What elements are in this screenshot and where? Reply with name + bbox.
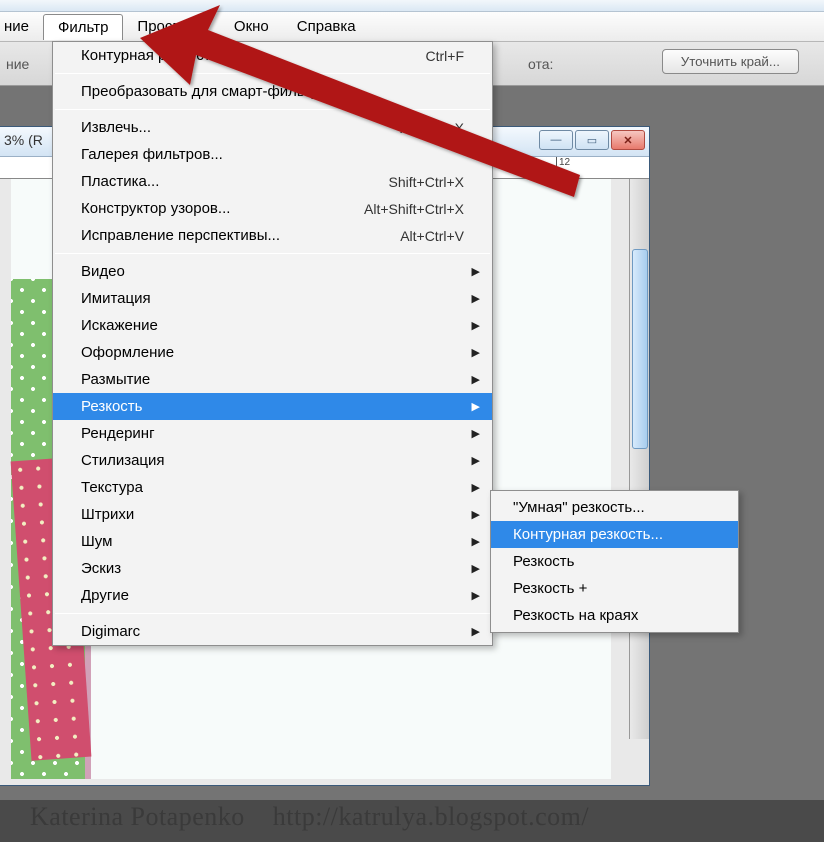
- menu-separator: [55, 253, 490, 254]
- maximize-icon: ▭: [587, 134, 597, 147]
- vertical-scrollbar[interactable]: [629, 179, 649, 739]
- menu-item-label: Оформление: [81, 344, 174, 361]
- menu-фильтр[interactable]: Фильтр: [43, 14, 123, 40]
- maximize-button[interactable]: ▭: [575, 130, 609, 150]
- filter-menu-item[interactable]: Оформление ▶: [53, 339, 492, 366]
- menu-item-label: Контурная резкость: [81, 47, 218, 64]
- minimize-icon: —: [551, 134, 562, 146]
- menu-item-label: Рендеринг: [81, 425, 155, 442]
- titlebar-fragment: [0, 0, 824, 12]
- menu-item-label: Имитация: [81, 290, 151, 307]
- menu-item-label: Галерея фильтров...: [81, 146, 223, 163]
- menu-item-label: Конструктор узоров...: [81, 200, 230, 217]
- menu-item-shortcut: Shift+Ctrl+X: [389, 174, 464, 190]
- menu-item-label: Шум: [81, 533, 112, 550]
- sharpen-submenu-item[interactable]: Резкость на краях: [491, 602, 738, 629]
- filter-menu-item[interactable]: Исправление перспективы... Alt+Ctrl+V: [53, 222, 492, 249]
- minimize-button[interactable]: —: [539, 130, 573, 150]
- filter-menu-dropdown: Контурная резкость Ctrl+F Преобразовать дл…: [52, 41, 493, 646]
- sharpen-submenu-item[interactable]: Резкость: [491, 548, 738, 575]
- menu-item-label: Исправление перспективы...: [81, 227, 280, 244]
- filter-menu-item[interactable]: Пластика... Shift+Ctrl+X: [53, 168, 492, 195]
- sharpen-submenu-item[interactable]: Контурная резкость...: [491, 521, 738, 548]
- menu-item-label: Эскиз: [81, 560, 121, 577]
- menu-ние[interactable]: ние: [0, 14, 43, 39]
- watermark-author: Katerina Potapenko: [30, 802, 245, 831]
- menu-item-label: Искажение: [81, 317, 158, 334]
- menu-item-label: Извлечь...: [81, 119, 151, 136]
- menu-item-label: Преобразовать для смарт-фильтров: [81, 83, 335, 100]
- filter-menu-item[interactable]: Резкость ▶: [53, 393, 492, 420]
- submenu-arrow-icon: ▶: [472, 265, 480, 278]
- sharpen-submenu-item[interactable]: "Умная" резкость...: [491, 494, 738, 521]
- refine-edge-button[interactable]: Уточнить край...: [662, 49, 799, 74]
- filter-menu-item[interactable]: Искажение ▶: [53, 312, 492, 339]
- menu-separator: [55, 109, 490, 110]
- submenu-arrow-icon: ▶: [472, 346, 480, 359]
- submenu-arrow-icon: ▶: [472, 400, 480, 413]
- menu-item-label: Другие: [81, 587, 129, 604]
- height-label: ота:: [528, 56, 553, 72]
- filter-menu-item[interactable]: Имитация ▶: [53, 285, 492, 312]
- watermark-text: Katerina Potapenko http://katrulya.blogs…: [30, 802, 589, 832]
- menu-item-label: Текстура: [81, 479, 143, 496]
- submenu-arrow-icon: ▶: [472, 625, 480, 638]
- filter-menu-item[interactable]: Конструктор узоров... Alt+Shift+Ctrl+X: [53, 195, 492, 222]
- menu-справка[interactable]: Справка: [283, 14, 370, 39]
- options-fragment: ние: [6, 56, 29, 72]
- filter-menu-item[interactable]: Размытие ▶: [53, 366, 492, 393]
- submenu-arrow-icon: ▶: [472, 292, 480, 305]
- filter-menu-item[interactable]: Стилизация ▶: [53, 447, 492, 474]
- sharpen-submenu-item[interactable]: Резкость +: [491, 575, 738, 602]
- ruler-tick: 12: [556, 157, 570, 179]
- filter-menu-item[interactable]: Digimarc ▶: [53, 618, 492, 645]
- close-button[interactable]: ✕: [611, 130, 645, 150]
- filter-menu-item[interactable]: Контурная резкость Ctrl+F: [53, 42, 492, 69]
- menu-item-shortcut: Alt+Ctrl+X: [400, 120, 464, 136]
- menu-item-label: Штрихи: [81, 506, 134, 523]
- menu-separator: [55, 73, 490, 74]
- submenu-arrow-icon: ▶: [472, 481, 480, 494]
- menu-item-shortcut: Alt+Ctrl+V: [400, 228, 464, 244]
- menu-item-shortcut: Ctrl+F: [426, 48, 465, 64]
- filter-menu-item[interactable]: Преобразовать для смарт-фильтров: [53, 78, 492, 105]
- sharpen-submenu: "Умная" резкость...Контурная резкость...…: [490, 490, 739, 633]
- menu-item-label: Digimarc: [81, 623, 140, 640]
- menu-item-label: Пластика...: [81, 173, 159, 190]
- filter-menu-item[interactable]: Штрихи ▶: [53, 501, 492, 528]
- submenu-arrow-icon: ▶: [472, 319, 480, 332]
- filter-menu-item[interactable]: Другие ▶: [53, 582, 492, 609]
- submenu-arrow-icon: ▶: [472, 562, 480, 575]
- menu-item-label: Видео: [81, 263, 125, 280]
- submenu-arrow-icon: ▶: [472, 427, 480, 440]
- scrollbar-thumb[interactable]: [632, 249, 648, 449]
- submenu-arrow-icon: ▶: [472, 589, 480, 602]
- filter-menu-item[interactable]: Галерея фильтров...: [53, 141, 492, 168]
- menu-item-label: Резкость: [81, 398, 143, 415]
- submenu-arrow-icon: ▶: [472, 508, 480, 521]
- filter-menu-item[interactable]: Видео ▶: [53, 258, 492, 285]
- document-tab-label: 3% (R: [4, 132, 43, 148]
- close-icon: ✕: [623, 134, 632, 147]
- filter-menu-item[interactable]: Текстура ▶: [53, 474, 492, 501]
- menu-item-shortcut: Alt+Shift+Ctrl+X: [364, 201, 464, 217]
- submenu-arrow-icon: ▶: [472, 454, 480, 467]
- filter-menu-item[interactable]: Эскиз ▶: [53, 555, 492, 582]
- menu-просмотр[interactable]: Просмотр: [123, 14, 220, 39]
- submenu-arrow-icon: ▶: [472, 373, 480, 386]
- filter-menu-item[interactable]: Рендеринг ▶: [53, 420, 492, 447]
- menu-item-label: Размытие: [81, 371, 150, 388]
- submenu-arrow-icon: ▶: [472, 535, 480, 548]
- menubar: ниеФильтрПросмотрОкноСправка: [0, 12, 824, 42]
- filter-menu-item[interactable]: Шум ▶: [53, 528, 492, 555]
- menu-separator: [55, 613, 490, 614]
- menu-item-label: Стилизация: [81, 452, 165, 469]
- menu-окно[interactable]: Окно: [220, 14, 283, 39]
- filter-menu-item[interactable]: Извлечь... Alt+Ctrl+X: [53, 114, 492, 141]
- watermark-url: http://katrulya.blogspot.com/: [273, 802, 589, 831]
